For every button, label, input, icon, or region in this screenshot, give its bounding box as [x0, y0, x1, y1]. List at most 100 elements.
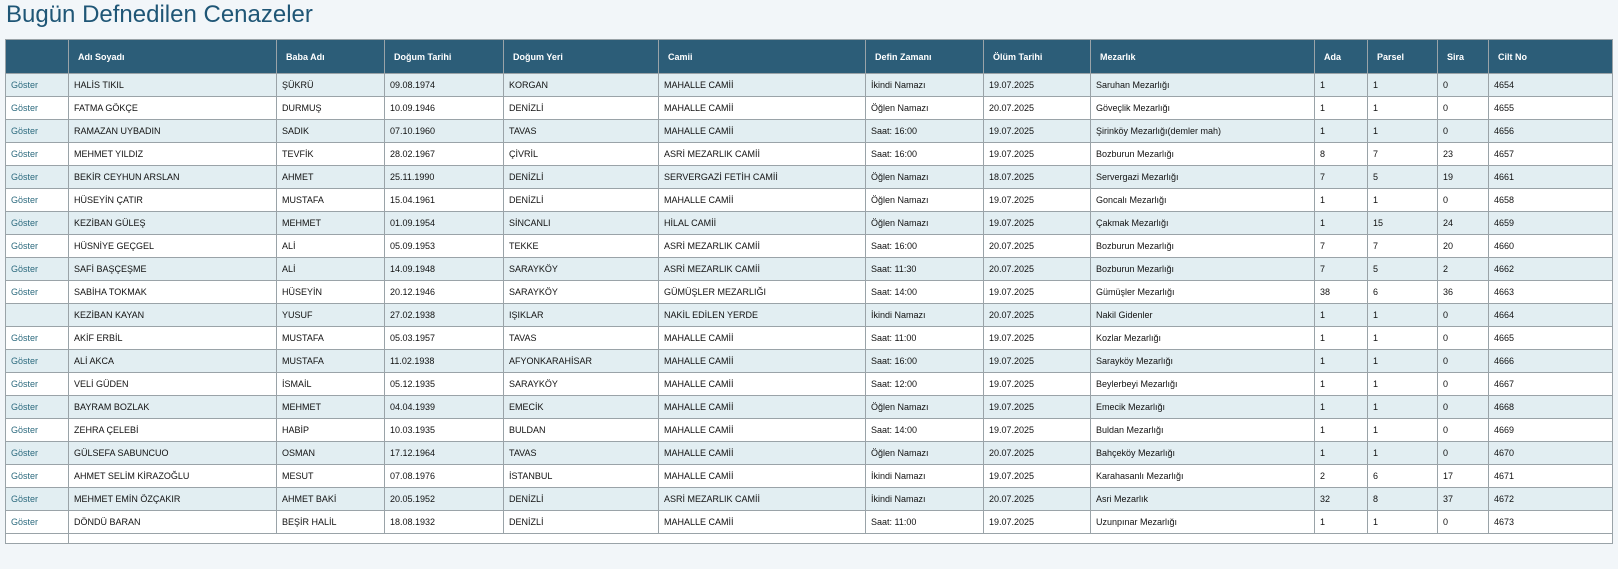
cell-birth-date: 05.03.1957 — [384, 326, 504, 350]
show-link[interactable]: Göster — [11, 402, 38, 412]
cell-death-date: 19.07.2025 — [983, 464, 1091, 488]
column-header-volume-no: Cilt No — [1488, 39, 1613, 74]
cell-name: BAYRAM BOZLAK — [68, 395, 277, 419]
cell-burial-time: Saat: 14:00 — [865, 418, 984, 442]
show-link[interactable]: Göster — [11, 172, 38, 182]
table-row: Göster AHMET SELİM KİRAZOĞLU MESUT 07.08.19… — [5, 464, 1613, 488]
cell-volume-no: 4669 — [1488, 418, 1613, 442]
cell-name: VELİ GÜDEN — [68, 372, 277, 396]
show-link[interactable]: Göster — [11, 241, 38, 251]
cell-row: 0 — [1437, 418, 1489, 442]
show-link[interactable]: Göster — [11, 517, 38, 527]
cell-parcel: 5 — [1367, 257, 1438, 281]
cell-parcel: 8 — [1367, 487, 1438, 511]
cell-death-date: 19.07.2025 — [983, 280, 1091, 304]
cell-cemetery: Bahçeköy Mezarlığı — [1090, 441, 1315, 465]
cell-father-name: ALİ — [276, 234, 385, 258]
cell-name: FATMA GÖKÇE — [68, 96, 277, 120]
footer-cell — [68, 533, 1613, 544]
show-link[interactable]: Göster — [11, 195, 38, 205]
cell-birth-place: IŞIKLAR — [503, 303, 659, 327]
cell-volume-no: 4659 — [1488, 211, 1613, 235]
show-link[interactable]: Göster — [11, 126, 38, 136]
cell-row: 24 — [1437, 211, 1489, 235]
cell-parcel: 1 — [1367, 326, 1438, 350]
cell-volume-no: 4662 — [1488, 257, 1613, 281]
cell-death-date: 19.07.2025 — [983, 188, 1091, 212]
show-link[interactable]: Göster — [11, 494, 38, 504]
cell-birth-place: ÇİVRİL — [503, 142, 659, 166]
cell-cemetery: Beylerbeyi Mezarlığı — [1090, 372, 1315, 396]
cell-mosque: MAHALLE CAMİİ — [658, 510, 866, 534]
show-link[interactable]: Göster — [11, 333, 38, 343]
cell-birth-date: 10.09.1946 — [384, 96, 504, 120]
cell-mosque: MAHALLE CAMİİ — [658, 464, 866, 488]
show-link[interactable]: Göster — [11, 379, 38, 389]
cell-father-name: DURMUŞ — [276, 96, 385, 120]
cell-father-name: MESUT — [276, 464, 385, 488]
cell-parcel: 1 — [1367, 303, 1438, 327]
column-header-parcel: Parsel — [1367, 39, 1438, 74]
show-link[interactable]: Göster — [11, 425, 38, 435]
cell-mosque: ASRİ MEZARLIK CAMİİ — [658, 487, 866, 511]
cell-block: 1 — [1314, 96, 1368, 120]
column-header-father-name: Baba Adı — [276, 39, 385, 74]
cell-cemetery: Nakil Gidenler — [1090, 303, 1315, 327]
cell-birth-place: TAVAS — [503, 441, 659, 465]
cell-block: 1 — [1314, 211, 1368, 235]
show-link[interactable]: Göster — [11, 471, 38, 481]
cell-parcel: 5 — [1367, 165, 1438, 189]
show-link[interactable]: Göster — [11, 356, 38, 366]
cell-block: 7 — [1314, 234, 1368, 258]
cell-action: Göster — [5, 211, 69, 235]
cell-action: Göster — [5, 119, 69, 143]
cell-death-date: 19.07.2025 — [983, 349, 1091, 373]
show-link[interactable]: Göster — [11, 218, 38, 228]
show-link[interactable]: Göster — [11, 149, 38, 159]
cell-name: RAMAZAN UYBADIN — [68, 119, 277, 143]
table-row: Göster MEHMET EMİN ÖZÇAKIR AHMET BAKİ 20.05… — [5, 487, 1613, 511]
cell-mosque: NAKİL EDİLEN YERDE — [658, 303, 866, 327]
cell-burial-time: Öğlen Namazı — [865, 395, 984, 419]
cell-name: SABİHA TOKMAK — [68, 280, 277, 304]
cell-birth-date: 01.09.1954 — [384, 211, 504, 235]
cell-birth-place: TAVAS — [503, 326, 659, 350]
cell-birth-place: DENİZLİ — [503, 510, 659, 534]
cell-mosque: MAHALLE CAMİİ — [658, 326, 866, 350]
cell-death-date: 19.07.2025 — [983, 142, 1091, 166]
cell-volume-no: 4661 — [1488, 165, 1613, 189]
cell-death-date: 20.07.2025 — [983, 96, 1091, 120]
cell-father-name: SADIK — [276, 119, 385, 143]
cell-action: Göster — [5, 418, 69, 442]
table-row: Göster HÜSNİYE GEÇGEL ALİ 05.09.1953 TEKKE AS… — [5, 234, 1613, 258]
show-link[interactable]: Göster — [11, 80, 38, 90]
cell-row: 0 — [1437, 96, 1489, 120]
cell-action: Göster — [5, 510, 69, 534]
show-link[interactable]: Göster — [11, 448, 38, 458]
cell-mosque: ASRİ MEZARLIK CAMİİ — [658, 142, 866, 166]
cell-parcel: 7 — [1367, 234, 1438, 258]
cell-parcel: 1 — [1367, 395, 1438, 419]
cell-name: MEHMET EMİN ÖZÇAKIR — [68, 487, 277, 511]
table-row: Göster MEHMET YILDIZ TEVFİK 28.02.1967 ÇİVRİ… — [5, 142, 1613, 166]
show-link[interactable]: Göster — [11, 103, 38, 113]
cell-block: 2 — [1314, 464, 1368, 488]
show-link[interactable]: Göster — [11, 287, 38, 297]
cell-action: Göster — [5, 487, 69, 511]
table-row: Göster BEKİR CEYHUN ARSLAN AHMET 25.11.1990… — [5, 165, 1613, 189]
cell-action: Göster — [5, 257, 69, 281]
show-link[interactable]: Göster — [11, 264, 38, 274]
cell-row: 0 — [1437, 303, 1489, 327]
cell-death-date: 19.07.2025 — [983, 372, 1091, 396]
cell-burial-time: İkindi Namazı — [865, 73, 984, 97]
cell-death-date: 20.07.2025 — [983, 234, 1091, 258]
cell-father-name: MUSTAFA — [276, 326, 385, 350]
cell-action: Göster — [5, 372, 69, 396]
cell-action: Göster — [5, 73, 69, 97]
cell-block: 1 — [1314, 395, 1368, 419]
cell-parcel: 1 — [1367, 96, 1438, 120]
cell-burial-time: Öğlen Namazı — [865, 96, 984, 120]
table-row: Göster SAFİ BAŞÇEŞME ALİ 14.09.1948 SARAYKÖY… — [5, 257, 1613, 281]
cell-block: 1 — [1314, 349, 1368, 373]
cell-cemetery: Çakmak Mezarlığı — [1090, 211, 1315, 235]
